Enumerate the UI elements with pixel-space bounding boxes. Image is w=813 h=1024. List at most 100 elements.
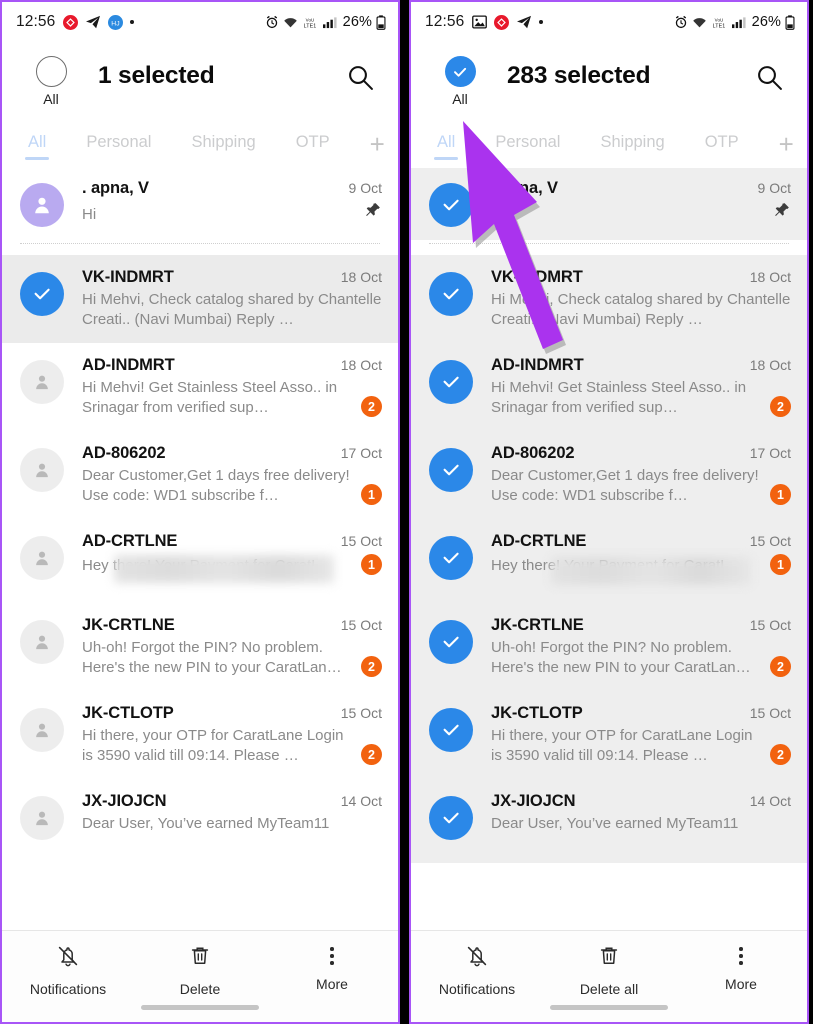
pin-icon	[773, 201, 791, 224]
list-item[interactable]: JK-CRTLNE 15 Oct Uh-oh! Forgot the PIN? …	[2, 603, 398, 691]
list-item-preview: Uh-oh! Forgot the PIN? No problem. Here'…	[82, 638, 382, 678]
selection-action-bar: Notifications Delete More	[2, 930, 398, 1022]
list-item-body: JK-CRTLNE 15 Oct Uh-oh! Forgot the PIN? …	[473, 616, 791, 678]
add-category-button[interactable]: +	[779, 131, 794, 157]
avatar[interactable]	[20, 796, 64, 840]
delete-all-button[interactable]: Delete all	[543, 943, 675, 997]
list-item[interactable]: JK-CRTLNE 15 Oct Uh-oh! Forgot the PIN? …	[411, 603, 807, 691]
select-all-checkbox-checked[interactable]	[444, 56, 476, 87]
search-button[interactable]	[747, 58, 791, 102]
avatar[interactable]	[20, 360, 64, 404]
list-item[interactable]: . apna, V 9 Oct Hi	[2, 168, 398, 240]
list-item[interactable]: AD-INDMRT 18 Oct Hi Mehvi! Get Stainless…	[2, 343, 398, 431]
list-item-body: JX-JIOJCN 14 Oct Dear User, You’ve earne…	[64, 792, 382, 834]
list-item[interactable]: . apna, V 9 Oct Hi	[411, 168, 807, 240]
status-bar-system-icons: VoU LTE1 26%	[674, 14, 795, 30]
avatar-selected[interactable]	[429, 620, 473, 664]
list-item-header: AD-CRTLNE 15 Oct	[491, 532, 791, 551]
avatar[interactable]	[20, 448, 64, 492]
message-date: 15 Oct	[340, 705, 382, 721]
more-button[interactable]: More	[675, 943, 807, 992]
message-date: 17 Oct	[340, 445, 382, 461]
list-item-preview: Hi	[491, 201, 791, 225]
avatar	[20, 183, 64, 227]
delete-label: Delete	[179, 981, 221, 997]
tab-all[interactable]: All	[24, 133, 50, 160]
message-date: 17 Oct	[749, 445, 791, 461]
avatar-selected[interactable]	[429, 272, 473, 316]
avatar-selected[interactable]	[429, 448, 473, 492]
list-item[interactable]: AD-INDMRT 18 Oct Hi Mehvi! Get Stainless…	[411, 343, 807, 431]
search-button[interactable]	[338, 58, 382, 102]
list-item[interactable]: JK-CTLOTP 15 Oct Hi there, your OTP for …	[411, 691, 807, 779]
list-item-body: VK-INDMRT 18 Oct Hi Mehvi, Check catalog…	[64, 268, 382, 330]
message-snippet: Dear Customer,Get 1 days free delivery! …	[82, 467, 350, 504]
avatar[interactable]	[20, 620, 64, 664]
message-snippet: Hi	[82, 206, 97, 223]
list-item[interactable]: AD-CRTLNE 15 Oct Hey there! Your Payment…	[411, 519, 807, 603]
volte-icon: VoU LTE1	[711, 16, 727, 29]
list-item[interactable]: JX-JIOJCN 14 Oct Dear User, You’ve earne…	[411, 779, 807, 863]
list-item[interactable]: AD-806202 17 Oct Dear Customer,Get 1 day…	[2, 431, 398, 519]
list-item-body: JK-CTLOTP 15 Oct Hi there, your OTP for …	[64, 704, 382, 766]
message-snippet: Hi there, your OTP for CaratLane Login i…	[491, 727, 753, 764]
conversation-list[interactable]: . apna, V 9 Oct Hi VK-INDMRT 18 Oct Hi M…	[411, 168, 807, 863]
list-item-header: AD-806202 17 Oct	[82, 444, 382, 463]
message-snippet: Hi there, your OTP for CaratLane Login i…	[82, 727, 344, 764]
avatar-selected[interactable]	[429, 796, 473, 840]
phone-screenshot-before: 12:56 HJ VoU LTE1 26% All 1 selected All…	[0, 0, 400, 1024]
telegram-icon	[516, 15, 532, 29]
signal-bars-icon	[731, 16, 746, 29]
message-snippet: Hi Mehvi! Get Stainless Steel Asso.. in …	[491, 379, 747, 416]
delete-button[interactable]: Delete	[134, 943, 266, 997]
message-snippet: Dear User, You’ve earned MyTeam11	[82, 815, 330, 832]
message-snippet: Dear User, You’ve earned MyTeam11	[491, 815, 739, 832]
list-item[interactable]: AD-CRTLNE 15 Oct Hey there! Your Payment…	[2, 519, 398, 603]
bell-off-icon	[55, 943, 81, 974]
list-item[interactable]: JX-JIOJCN 14 Oct Dear User, You’ve earne…	[2, 779, 398, 863]
list-item[interactable]: JK-CTLOTP 15 Oct Hi there, your OTP for …	[2, 691, 398, 779]
avatar-selected[interactable]	[429, 183, 473, 227]
category-tabs[interactable]: All Personal Shipping OTP +	[2, 120, 398, 168]
notifications-button[interactable]: Notifications	[2, 943, 134, 997]
avatar[interactable]	[20, 708, 64, 752]
select-all-checkbox-unchecked[interactable]	[35, 56, 67, 87]
tab-personal[interactable]: Personal	[86, 133, 151, 156]
list-item[interactable]: AD-806202 17 Oct Dear Customer,Get 1 day…	[411, 431, 807, 519]
tab-otp[interactable]: OTP	[296, 133, 330, 156]
all-select-toggle[interactable]: All	[433, 54, 487, 107]
tab-shipping[interactable]: Shipping	[600, 133, 664, 156]
list-item-header: AD-CRTLNE 15 Oct	[82, 532, 382, 551]
unread-badge: 1	[770, 484, 791, 505]
all-select-toggle[interactable]: All	[24, 54, 78, 107]
list-item-body: . apna, V 9 Oct Hi	[64, 179, 382, 225]
overflow-menu-icon	[330, 943, 334, 969]
list-item-preview: Hi there, your OTP for CaratLane Login i…	[82, 726, 382, 766]
status-bar: 12:56 HJ VoU LTE1 26%	[2, 2, 398, 42]
more-button[interactable]: More	[266, 943, 398, 992]
avatar-selected[interactable]	[429, 708, 473, 752]
avatar[interactable]	[20, 536, 64, 580]
message-snippet: Uh-oh! Forgot the PIN? No problem. Here'…	[491, 639, 751, 676]
avatar-selected[interactable]	[429, 536, 473, 580]
tab-shipping[interactable]: Shipping	[191, 133, 255, 156]
tab-all[interactable]: All	[433, 133, 459, 160]
conversation-list[interactable]: . apna, V 9 Oct Hi VK-INDMRT 18 Oct Hi M…	[2, 168, 398, 863]
status-bar: 12:56 VoU LTE1 26%	[411, 2, 807, 42]
alarm-icon	[265, 15, 279, 29]
message-date: 15 Oct	[749, 705, 791, 721]
avatar-selected[interactable]	[20, 272, 64, 316]
selection-action-bar: Notifications Delete all More	[411, 930, 807, 1022]
tab-personal[interactable]: Personal	[495, 133, 560, 156]
avatar-selected[interactable]	[429, 360, 473, 404]
list-item-body: . apna, V 9 Oct Hi	[473, 179, 791, 225]
notifications-button[interactable]: Notifications	[411, 943, 543, 997]
sender-name: AD-CRTLNE	[491, 532, 587, 550]
list-item[interactable]: VK-INDMRT 18 Oct Hi Mehvi, Check catalog…	[2, 255, 398, 343]
list-item[interactable]: VK-INDMRT 18 Oct Hi Mehvi, Check catalog…	[411, 255, 807, 343]
wifi-icon	[692, 16, 707, 29]
add-category-button[interactable]: +	[370, 131, 385, 157]
unread-badge: 1	[770, 554, 791, 575]
category-tabs[interactable]: All Personal Shipping OTP +	[411, 120, 807, 168]
tab-otp[interactable]: OTP	[705, 133, 739, 156]
